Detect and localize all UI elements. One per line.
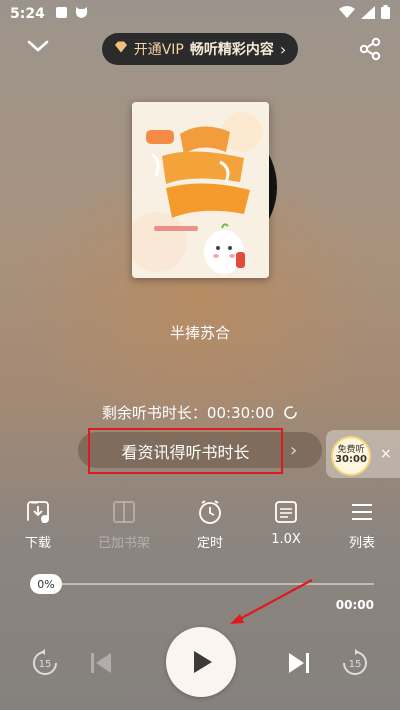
previous-button[interactable]: [88, 650, 114, 676]
earn-time-label: 看资讯得听书时长: [121, 443, 250, 462]
player-toolbar: 下载 已加书架 定时 1.0X 列表: [0, 498, 400, 551]
play-icon: [194, 651, 212, 673]
square-icon: [55, 6, 68, 23]
free-listen-time: 30:00: [335, 454, 367, 466]
forward-15-icon: 15: [343, 649, 367, 675]
progress-percent: 0%: [37, 577, 55, 591]
progress-track[interactable]: [30, 583, 374, 585]
progress-thumb[interactable]: 0%: [30, 574, 62, 594]
vip-label: 开通VIP: [133, 42, 184, 58]
timer-button[interactable]: 定时: [180, 498, 240, 551]
speed-label: 1.0X: [271, 532, 301, 547]
svg-text:15: 15: [349, 659, 362, 670]
vip-arrow: ›: [279, 39, 287, 59]
remaining-time-label: 剩余听书时长：00:30:00: [101, 404, 275, 422]
share-icon[interactable]: [358, 37, 382, 65]
remaining-time-row: 剩余听书时长：00:30:00: [0, 402, 400, 424]
playlist-label: 列表: [348, 536, 375, 551]
list-icon: [332, 498, 392, 526]
playlist-button[interactable]: 列表: [332, 498, 392, 551]
free-listen-badge[interactable]: 免费听 30:00: [331, 436, 371, 476]
forward-15-button[interactable]: 15: [340, 648, 370, 678]
speed-icon: [256, 498, 316, 526]
earn-time-button[interactable]: 看资讯得听书时长: [88, 428, 283, 474]
author-name: 半捧苏合: [169, 324, 230, 342]
earn-arrow-icon[interactable]: ›: [290, 440, 297, 461]
signal-icon: [361, 5, 375, 23]
chevron-down-icon[interactable]: [26, 38, 50, 58]
bookshelf-icon: [94, 498, 154, 526]
speed-button[interactable]: 1.0X: [256, 498, 316, 547]
download-label: 下载: [24, 536, 51, 551]
vip-subtitle: 畅听精彩内容: [189, 42, 274, 58]
rewind-15-button[interactable]: 15: [30, 648, 60, 678]
timer-label: 定时: [196, 536, 223, 551]
svg-text:15: 15: [39, 659, 52, 670]
bookshelf-button[interactable]: 已加书架: [94, 498, 154, 551]
status-time: 5:24: [10, 6, 45, 22]
status-bar: 5:24: [0, 0, 400, 28]
skip-previous-icon: [91, 653, 111, 673]
wifi-icon: [339, 6, 355, 22]
vip-banner-button[interactable]: 开通VIP 畅听精彩内容 ›: [102, 33, 298, 65]
bookshelf-label: 已加书架: [97, 536, 150, 551]
top-bar: 开通VIP 畅听精彩内容 ›: [0, 30, 400, 70]
skip-next-icon: [289, 653, 309, 673]
refresh-icon[interactable]: [283, 405, 298, 424]
total-time: 00:00: [335, 598, 374, 612]
book-cover-image: [132, 102, 269, 278]
diamond-icon: [114, 41, 128, 57]
timer-icon: [180, 498, 240, 526]
rewind-15-icon: 15: [33, 649, 57, 675]
close-icon[interactable]: ×: [380, 446, 392, 462]
playback-controls: 15 15: [0, 620, 400, 702]
download-icon: [8, 498, 68, 526]
play-button[interactable]: [166, 627, 236, 697]
cat-icon: [74, 6, 89, 23]
next-button[interactable]: [286, 650, 312, 676]
battery-icon: [381, 5, 390, 23]
download-button[interactable]: 下载: [8, 498, 68, 551]
